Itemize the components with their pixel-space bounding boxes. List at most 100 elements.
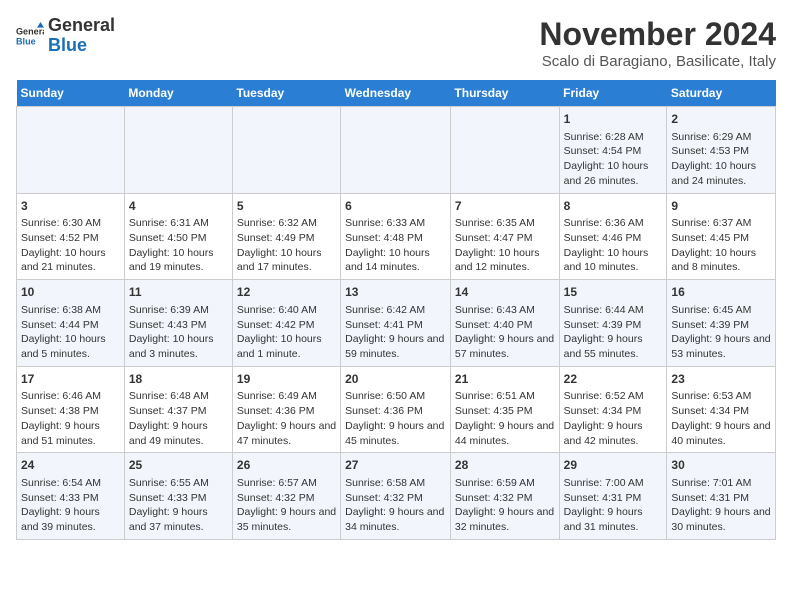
calendar-cell: 14Sunrise: 6:43 AM Sunset: 4:40 PM Dayli… [450,280,559,367]
day-info: Sunrise: 6:50 AM Sunset: 4:36 PM Dayligh… [345,389,446,448]
calendar-cell: 27 Sunrise: 6:58 AM Sunset: 4:32 PM Dayli… [341,453,451,540]
logo-blue: Blue [48,36,115,56]
calendar-table: SundayMondayTuesdayWednesdayThursdayFrid… [16,80,776,540]
day-header-saturday: Saturday [667,80,776,107]
day-info: Sunrise: 6:36 AM Sunset: 4:46 PM Dayligh… [564,216,663,275]
day-number: 21 [455,371,555,388]
day-header-wednesday: Wednesday [341,80,451,107]
calendar-cell: 6Sunrise: 6:33 AM Sunset: 4:48 PM Daylig… [341,193,451,280]
main-title: November 2024 [539,16,776,53]
day-info: Sunrise: 6:53 AM Sunset: 4:34 PM Dayligh… [671,389,771,448]
day-number: 11 [129,284,228,301]
day-number: 18 [129,371,228,388]
day-info: Sunrise: 6:28 AM Sunset: 4:54 PM Dayligh… [564,130,663,189]
day-number: 13 [345,284,446,301]
day-info: Sunrise: 6:48 AM Sunset: 4:37 PM Dayligh… [129,389,228,448]
day-info: Sunrise: 6:52 AM Sunset: 4:34 PM Dayligh… [564,389,663,448]
day-info: Sunrise: 6:57 AM Sunset: 4:32 PM Dayligh… [237,476,336,535]
day-info: Sunrise: 6:31 AM Sunset: 4:50 PM Dayligh… [129,216,228,275]
calendar-cell: 13 Sunrise: 6:42 AM Sunset: 4:41 PM Dayli… [341,280,451,367]
calendar-cell: 1 Sunrise: 6:28 AM Sunset: 4:54 PM Daylig… [559,107,667,194]
day-info: Sunrise: 6:40 AM Sunset: 4:42 PM Dayligh… [237,303,336,362]
calendar-cell: 4Sunrise: 6:31 AM Sunset: 4:50 PM Daylig… [124,193,232,280]
day-number: 23 [671,371,771,388]
day-number: 10 [21,284,120,301]
calendar-cell: 23Sunrise: 6:53 AM Sunset: 4:34 PM Dayli… [667,366,776,453]
calendar-cell [450,107,559,194]
day-info: Sunrise: 7:01 AM Sunset: 4:31 PM Dayligh… [671,476,771,535]
day-number: 27 [345,457,446,474]
day-number: 6 [345,198,446,215]
day-number: 29 [564,457,663,474]
calendar-cell: 18Sunrise: 6:48 AM Sunset: 4:37 PM Dayli… [124,366,232,453]
day-number: 17 [21,371,120,388]
calendar-cell: 25 Sunrise: 6:55 AM Sunset: 4:33 PM Dayli… [124,453,232,540]
day-info: Sunrise: 6:39 AM Sunset: 4:43 PM Dayligh… [129,303,228,362]
day-info: Sunrise: 6:38 AM Sunset: 4:44 PM Dayligh… [21,303,120,362]
day-number: 20 [345,371,446,388]
logo-icon: General Blue [16,22,44,50]
calendar-cell: 9Sunrise: 6:37 AM Sunset: 4:45 PM Daylig… [667,193,776,280]
day-number: 7 [455,198,555,215]
calendar-cell: 21Sunrise: 6:51 AM Sunset: 4:35 PM Dayli… [450,366,559,453]
day-number: 19 [237,371,336,388]
day-info: Sunrise: 6:54 AM Sunset: 4:33 PM Dayligh… [21,476,120,535]
day-number: 16 [671,284,771,301]
day-number: 14 [455,284,555,301]
header: General Blue General Blue November 2024 … [16,16,776,70]
day-number: 12 [237,284,336,301]
calendar-cell: 17Sunrise: 6:46 AM Sunset: 4:38 PM Dayli… [17,366,125,453]
day-number: 2 [671,111,771,128]
day-info: Sunrise: 6:37 AM Sunset: 4:45 PM Dayligh… [671,216,771,275]
week-row-3: 10 Sunrise: 6:38 AM Sunset: 4:44 PM Dayli… [17,280,776,367]
day-header-tuesday: Tuesday [232,80,340,107]
week-row-2: 3Sunrise: 6:30 AM Sunset: 4:52 PM Daylig… [17,193,776,280]
logo-general: General [48,16,115,36]
day-info: Sunrise: 6:46 AM Sunset: 4:38 PM Dayligh… [21,389,120,448]
week-row-4: 17Sunrise: 6:46 AM Sunset: 4:38 PM Dayli… [17,366,776,453]
calendar-cell: 2 Sunrise: 6:29 AM Sunset: 4:53 PM Daylig… [667,107,776,194]
day-number: 25 [129,457,228,474]
calendar-cell: 28Sunrise: 6:59 AM Sunset: 4:32 PM Dayli… [450,453,559,540]
day-info: Sunrise: 6:49 AM Sunset: 4:36 PM Dayligh… [237,389,336,448]
calendar-cell: 20Sunrise: 6:50 AM Sunset: 4:36 PM Dayli… [341,366,451,453]
days-header-row: SundayMondayTuesdayWednesdayThursdayFrid… [17,80,776,107]
day-header-thursday: Thursday [450,80,559,107]
day-number: 1 [564,111,663,128]
svg-text:Blue: Blue [16,36,36,46]
day-info: Sunrise: 6:58 AM Sunset: 4:32 PM Dayligh… [345,476,446,535]
calendar-cell: 19Sunrise: 6:49 AM Sunset: 4:36 PM Dayli… [232,366,340,453]
day-number: 15 [564,284,663,301]
day-number: 26 [237,457,336,474]
calendar-cell: 15Sunrise: 6:44 AM Sunset: 4:39 PM Dayli… [559,280,667,367]
calendar-cell [124,107,232,194]
subtitle: Scalo di Baragiano, Basilicate, Italy [539,53,776,70]
calendar-cell [341,107,451,194]
calendar-cell: 24 Sunrise: 6:54 AM Sunset: 4:33 PM Dayli… [17,453,125,540]
calendar-cell: 26 Sunrise: 6:57 AM Sunset: 4:32 PM Dayli… [232,453,340,540]
calendar-cell: 10 Sunrise: 6:38 AM Sunset: 4:44 PM Dayli… [17,280,125,367]
calendar-cell [17,107,125,194]
day-number: 4 [129,198,228,215]
day-info: Sunrise: 6:35 AM Sunset: 4:47 PM Dayligh… [455,216,555,275]
day-number: 30 [671,457,771,474]
day-number: 22 [564,371,663,388]
calendar-cell: 29 Sunrise: 7:00 AM Sunset: 4:31 PM Dayli… [559,453,667,540]
calendar-cell: 11 Sunrise: 6:39 AM Sunset: 4:43 PM Dayli… [124,280,232,367]
day-number: 28 [455,457,555,474]
day-info: Sunrise: 6:55 AM Sunset: 4:33 PM Dayligh… [129,476,228,535]
calendar-cell: 12 Sunrise: 6:40 AM Sunset: 4:42 PM Dayli… [232,280,340,367]
day-info: Sunrise: 7:00 AM Sunset: 4:31 PM Dayligh… [564,476,663,535]
day-number: 8 [564,198,663,215]
week-row-1: 1 Sunrise: 6:28 AM Sunset: 4:54 PM Daylig… [17,107,776,194]
day-info: Sunrise: 6:42 AM Sunset: 4:41 PM Dayligh… [345,303,446,362]
calendar-cell: 7Sunrise: 6:35 AM Sunset: 4:47 PM Daylig… [450,193,559,280]
day-header-monday: Monday [124,80,232,107]
day-info: Sunrise: 6:45 AM Sunset: 4:39 PM Dayligh… [671,303,771,362]
day-info: Sunrise: 6:29 AM Sunset: 4:53 PM Dayligh… [671,130,771,189]
calendar-cell: 30 Sunrise: 7:01 AM Sunset: 4:31 PM Dayli… [667,453,776,540]
day-number: 5 [237,198,336,215]
day-number: 24 [21,457,120,474]
svg-text:General: General [16,27,44,37]
calendar-cell: 3Sunrise: 6:30 AM Sunset: 4:52 PM Daylig… [17,193,125,280]
